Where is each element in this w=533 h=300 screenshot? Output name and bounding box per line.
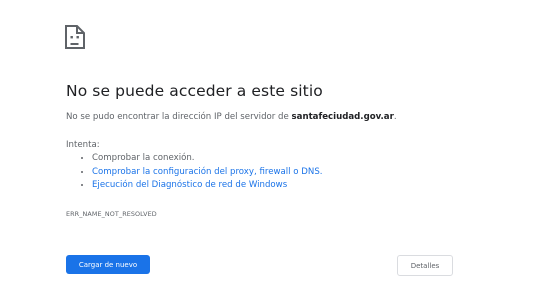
server-host: santafeciudad.gov.ar	[291, 112, 394, 122]
suggestions-list: Comprobar la conexión. Comprobar la conf…	[66, 152, 323, 193]
suggestions-heading: Intenta:	[66, 140, 100, 150]
network-diagnostics-link[interactable]: Ejecución del Diagnóstico de red de Wind…	[92, 180, 287, 190]
suggestion-check-proxy[interactable]: Comprobar la configuración del proxy, fi…	[92, 166, 323, 180]
suggestion-check-connection: Comprobar la conexión.	[92, 152, 323, 166]
details-button[interactable]: Detalles	[397, 255, 453, 276]
error-summary: No se pudo encontrar la dirección IP del…	[66, 112, 397, 122]
sad-document-icon	[64, 24, 86, 50]
summary-prefix: No se pudo encontrar la dirección IP del…	[66, 112, 292, 122]
summary-suffix: .	[393, 112, 397, 122]
suggestion-label: Comprobar la conexión.	[92, 153, 195, 163]
page-title: No se puede acceder a este sitio	[66, 82, 323, 100]
reload-button[interactable]: Cargar de nuevo	[66, 255, 150, 274]
error-code: ERR_NAME_NOT_RESOLVED	[66, 210, 157, 218]
suggestion-network-diagnostics[interactable]: Ejecución del Diagnóstico de red de Wind…	[92, 179, 323, 193]
proxy-config-link[interactable]: Comprobar la configuración del proxy, fi…	[92, 167, 323, 177]
